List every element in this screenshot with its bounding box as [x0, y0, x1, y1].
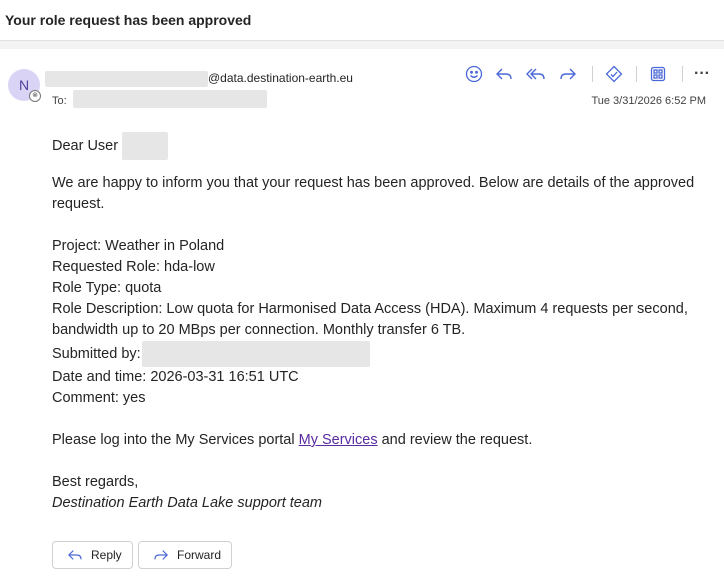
submitted-by-line: Submitted by:: [52, 341, 712, 367]
toolbar-separator: [592, 66, 593, 82]
presence-badge-icon: ⊗: [29, 90, 41, 102]
intro-paragraph: We are happy to inform you that your req…: [52, 175, 695, 212]
reply-all-icon[interactable]: [524, 64, 548, 84]
toolbar-separator: [636, 66, 637, 82]
subject-bar: Your role request has been approved: [0, 0, 724, 41]
apps-icon[interactable]: [646, 64, 670, 84]
reply-icon[interactable]: [492, 64, 516, 84]
project-line: Project: Weather in Poland: [52, 238, 225, 254]
greeting: Dear User: [52, 137, 119, 154]
redacted-sender-name: [45, 71, 208, 87]
reply-label: Reply: [91, 548, 122, 562]
forward-button[interactable]: Forward: [138, 541, 232, 569]
reply-button[interactable]: Reply: [52, 541, 133, 569]
portal-line: Please log into the My Services portal M…: [52, 430, 712, 451]
requested-role-line: Requested Role: hda-low: [52, 259, 215, 275]
emoji-icon[interactable]: [462, 64, 486, 84]
to-label: To:: [52, 95, 67, 107]
header-divider: [0, 41, 724, 49]
reply-icon: [67, 548, 83, 562]
greeting-line: Dear User: [52, 132, 712, 160]
role-description-line: Role Description: Low quota for Harmonis…: [52, 301, 688, 338]
forward-icon[interactable]: [556, 64, 580, 84]
closing-line: Best regards,: [52, 474, 139, 490]
more-icon[interactable]: ···: [690, 64, 714, 84]
toolbar-separator: [682, 66, 683, 82]
forward-icon: [153, 548, 169, 562]
redacted-submitter: [141, 341, 370, 367]
sender-email-domain[interactable]: @data.destination-earth.eu: [208, 71, 353, 85]
email-date: Tue 3/31/2026 6:52 PM: [591, 95, 706, 107]
portal-suffix: and review the request.: [377, 432, 533, 448]
submitted-by-label: Submitted by:: [52, 345, 141, 362]
role-type-line: Role Type: quota: [52, 280, 162, 296]
forward-label: Forward: [177, 548, 222, 562]
redacted-recipient: [73, 90, 267, 108]
email-subject: Your role request has been approved: [5, 12, 252, 28]
portal-prefix: Please log into the My Services portal: [52, 432, 299, 448]
signature-line: Destination Earth Data Lake support team: [52, 495, 323, 511]
comment-line: Comment: yes: [52, 390, 146, 406]
redacted-username: [122, 132, 169, 160]
date-time-line: Date and time: 2026-03-31 16:51 UTC: [52, 369, 299, 385]
email-body: Dear User We are happy to inform you tha…: [52, 132, 712, 514]
tag-icon[interactable]: [602, 64, 626, 84]
my-services-link[interactable]: My Services: [299, 432, 378, 448]
